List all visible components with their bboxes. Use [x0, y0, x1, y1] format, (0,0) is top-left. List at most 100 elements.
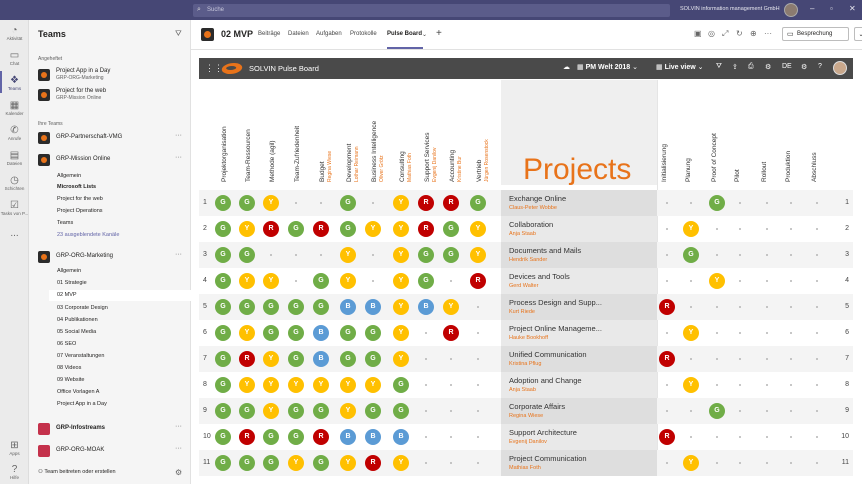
- status-indicator[interactable]: G: [340, 351, 356, 367]
- channel-item[interactable]: Office Vorlagen A: [57, 389, 99, 395]
- empty-phase[interactable]: [790, 436, 792, 438]
- empty-status[interactable]: [295, 202, 297, 204]
- status-indicator[interactable]: Y: [393, 455, 409, 471]
- empty-phase[interactable]: [716, 436, 718, 438]
- empty-phase[interactable]: [790, 306, 792, 308]
- status-indicator[interactable]: G: [313, 299, 329, 315]
- channel-item[interactable]: Allgemein: [57, 268, 81, 274]
- project-row[interactable]: 11 G G G Y G Y R Y Project Communication Mathias F…: [199, 450, 853, 476]
- channel-item[interactable]: Project Operations: [57, 208, 103, 214]
- rail-more[interactable]: ...: [0, 228, 29, 239]
- rail-calendar[interactable]: ▦ Kalender: [0, 100, 29, 116]
- pinned-item[interactable]: Project App in a Day GRP-ORG-Marketing: [38, 68, 188, 82]
- status-indicator[interactable]: G: [418, 273, 434, 289]
- status-indicator[interactable]: G: [263, 429, 279, 445]
- empty-phase[interactable]: [739, 436, 741, 438]
- empty-status[interactable]: [295, 254, 297, 256]
- phase-indicator[interactable]: Y: [683, 325, 699, 341]
- status-indicator[interactable]: Y: [263, 403, 279, 419]
- empty-phase[interactable]: [666, 280, 668, 282]
- phase-indicator[interactable]: R: [659, 299, 675, 315]
- empty-phase[interactable]: [766, 332, 768, 334]
- empty-status[interactable]: [372, 202, 374, 204]
- status-indicator[interactable]: Y: [239, 325, 255, 341]
- empty-phase[interactable]: [766, 280, 768, 282]
- project-row[interactable]: 7 G R Y G B G G Y Unified Communication Kristina P…: [199, 346, 853, 372]
- empty-status[interactable]: [477, 332, 479, 334]
- status-indicator[interactable]: Y: [263, 195, 279, 211]
- status-indicator[interactable]: G: [215, 429, 231, 445]
- empty-phase[interactable]: [739, 254, 741, 256]
- empty-phase[interactable]: [739, 228, 741, 230]
- project-cell[interactable]: Collaboration Anja Staab: [501, 216, 657, 242]
- empty-phase[interactable]: [790, 228, 792, 230]
- empty-phase[interactable]: [716, 358, 718, 360]
- channel-item[interactable]: 03 Corporate Design: [57, 305, 108, 311]
- settings-icon[interactable]: ⚙: [175, 468, 182, 477]
- empty-phase[interactable]: [816, 462, 818, 464]
- channel-item[interactable]: Teams: [57, 220, 73, 226]
- empty-status[interactable]: [270, 254, 272, 256]
- project-cell[interactable]: Devices and Tools Gerd Walter: [501, 268, 657, 294]
- empty-phase[interactable]: [766, 462, 768, 464]
- status-indicator[interactable]: R: [263, 221, 279, 237]
- status-indicator[interactable]: Y: [393, 195, 409, 211]
- status-indicator[interactable]: G: [340, 221, 356, 237]
- project-row[interactable]: 3 G G Y Y G G Y Documents and Mails Hendrik Sande…: [199, 242, 853, 268]
- channel-item[interactable]: 06 SEO: [57, 341, 76, 347]
- phase-header[interactable]: Produktion: [781, 82, 795, 182]
- status-indicator[interactable]: R: [239, 429, 255, 445]
- rail-calls[interactable]: ✆ Anrufe: [0, 125, 29, 141]
- status-indicator[interactable]: Y: [393, 351, 409, 367]
- empty-status[interactable]: [450, 280, 452, 282]
- empty-phase[interactable]: [816, 358, 818, 360]
- status-indicator[interactable]: G: [365, 403, 381, 419]
- join-team-button[interactable]: ⚇ Team beitreten oder erstellen: [38, 469, 116, 475]
- empty-phase[interactable]: [666, 254, 668, 256]
- column-header[interactable]: Business Intelligence Oliver Grötz: [367, 82, 385, 182]
- status-indicator[interactable]: B: [365, 429, 381, 445]
- filter-icon[interactable]: ⛛: [716, 63, 722, 71]
- project-row[interactable]: 1 G G Y G Y R R G Exchange Online Claus-Peter Wobb…: [199, 190, 853, 216]
- status-indicator[interactable]: Y: [470, 247, 486, 263]
- more-options-icon[interactable]: ···: [175, 154, 182, 161]
- column-header[interactable]: Consulting Mathias Foth: [395, 82, 413, 182]
- status-indicator[interactable]: G: [215, 273, 231, 289]
- rail-chat[interactable]: ▭ Chat: [0, 50, 29, 66]
- status-indicator[interactable]: G: [393, 377, 409, 393]
- status-indicator[interactable]: G: [288, 403, 304, 419]
- settings-icon[interactable]: ⚙: [765, 63, 771, 71]
- empty-phase[interactable]: [716, 462, 718, 464]
- empty-phase[interactable]: [666, 332, 668, 334]
- channel-item[interactable]: Project for the web: [57, 196, 103, 202]
- empty-status[interactable]: [425, 462, 427, 464]
- empty-status[interactable]: [425, 436, 427, 438]
- empty-phase[interactable]: [716, 332, 718, 334]
- rail-teams[interactable]: ❖ Teams: [0, 75, 29, 91]
- phase-header[interactable]: Abschluss: [807, 82, 821, 182]
- column-header[interactable]: Development Lothar Reimann: [342, 82, 360, 182]
- status-indicator[interactable]: R: [365, 455, 381, 471]
- project-cell[interactable]: Unified Communication Kristina Pflug: [501, 346, 657, 372]
- status-indicator[interactable]: Y: [263, 273, 279, 289]
- empty-phase[interactable]: [690, 436, 692, 438]
- status-indicator[interactable]: G: [443, 247, 459, 263]
- status-indicator[interactable]: Y: [393, 221, 409, 237]
- pinned-item[interactable]: Project for the web GRP-Mission Online: [38, 88, 188, 102]
- empty-phase[interactable]: [816, 384, 818, 386]
- project-row[interactable]: 2 G Y R G R G Y Y R G Y Collaboration Anja Staab Y 2: [199, 216, 853, 242]
- status-indicator[interactable]: G: [239, 403, 255, 419]
- status-indicator[interactable]: Y: [365, 377, 381, 393]
- status-indicator[interactable]: G: [263, 325, 279, 341]
- empty-status[interactable]: [450, 410, 452, 412]
- phase-indicator[interactable]: G: [709, 195, 725, 211]
- empty-phase[interactable]: [790, 254, 792, 256]
- empty-status[interactable]: [320, 202, 322, 204]
- status-indicator[interactable]: B: [393, 429, 409, 445]
- project-row[interactable]: 9 G G Y G G Y G G Corporate Affairs Regina Wiese G 9: [199, 398, 853, 424]
- phase-indicator[interactable]: R: [659, 351, 675, 367]
- column-header[interactable]: Team-Zufriedenheit: [290, 82, 304, 182]
- project-cell[interactable]: Project Communication Mathias Foth: [501, 450, 657, 476]
- status-indicator[interactable]: Y: [239, 273, 255, 289]
- status-indicator[interactable]: Y: [470, 221, 486, 237]
